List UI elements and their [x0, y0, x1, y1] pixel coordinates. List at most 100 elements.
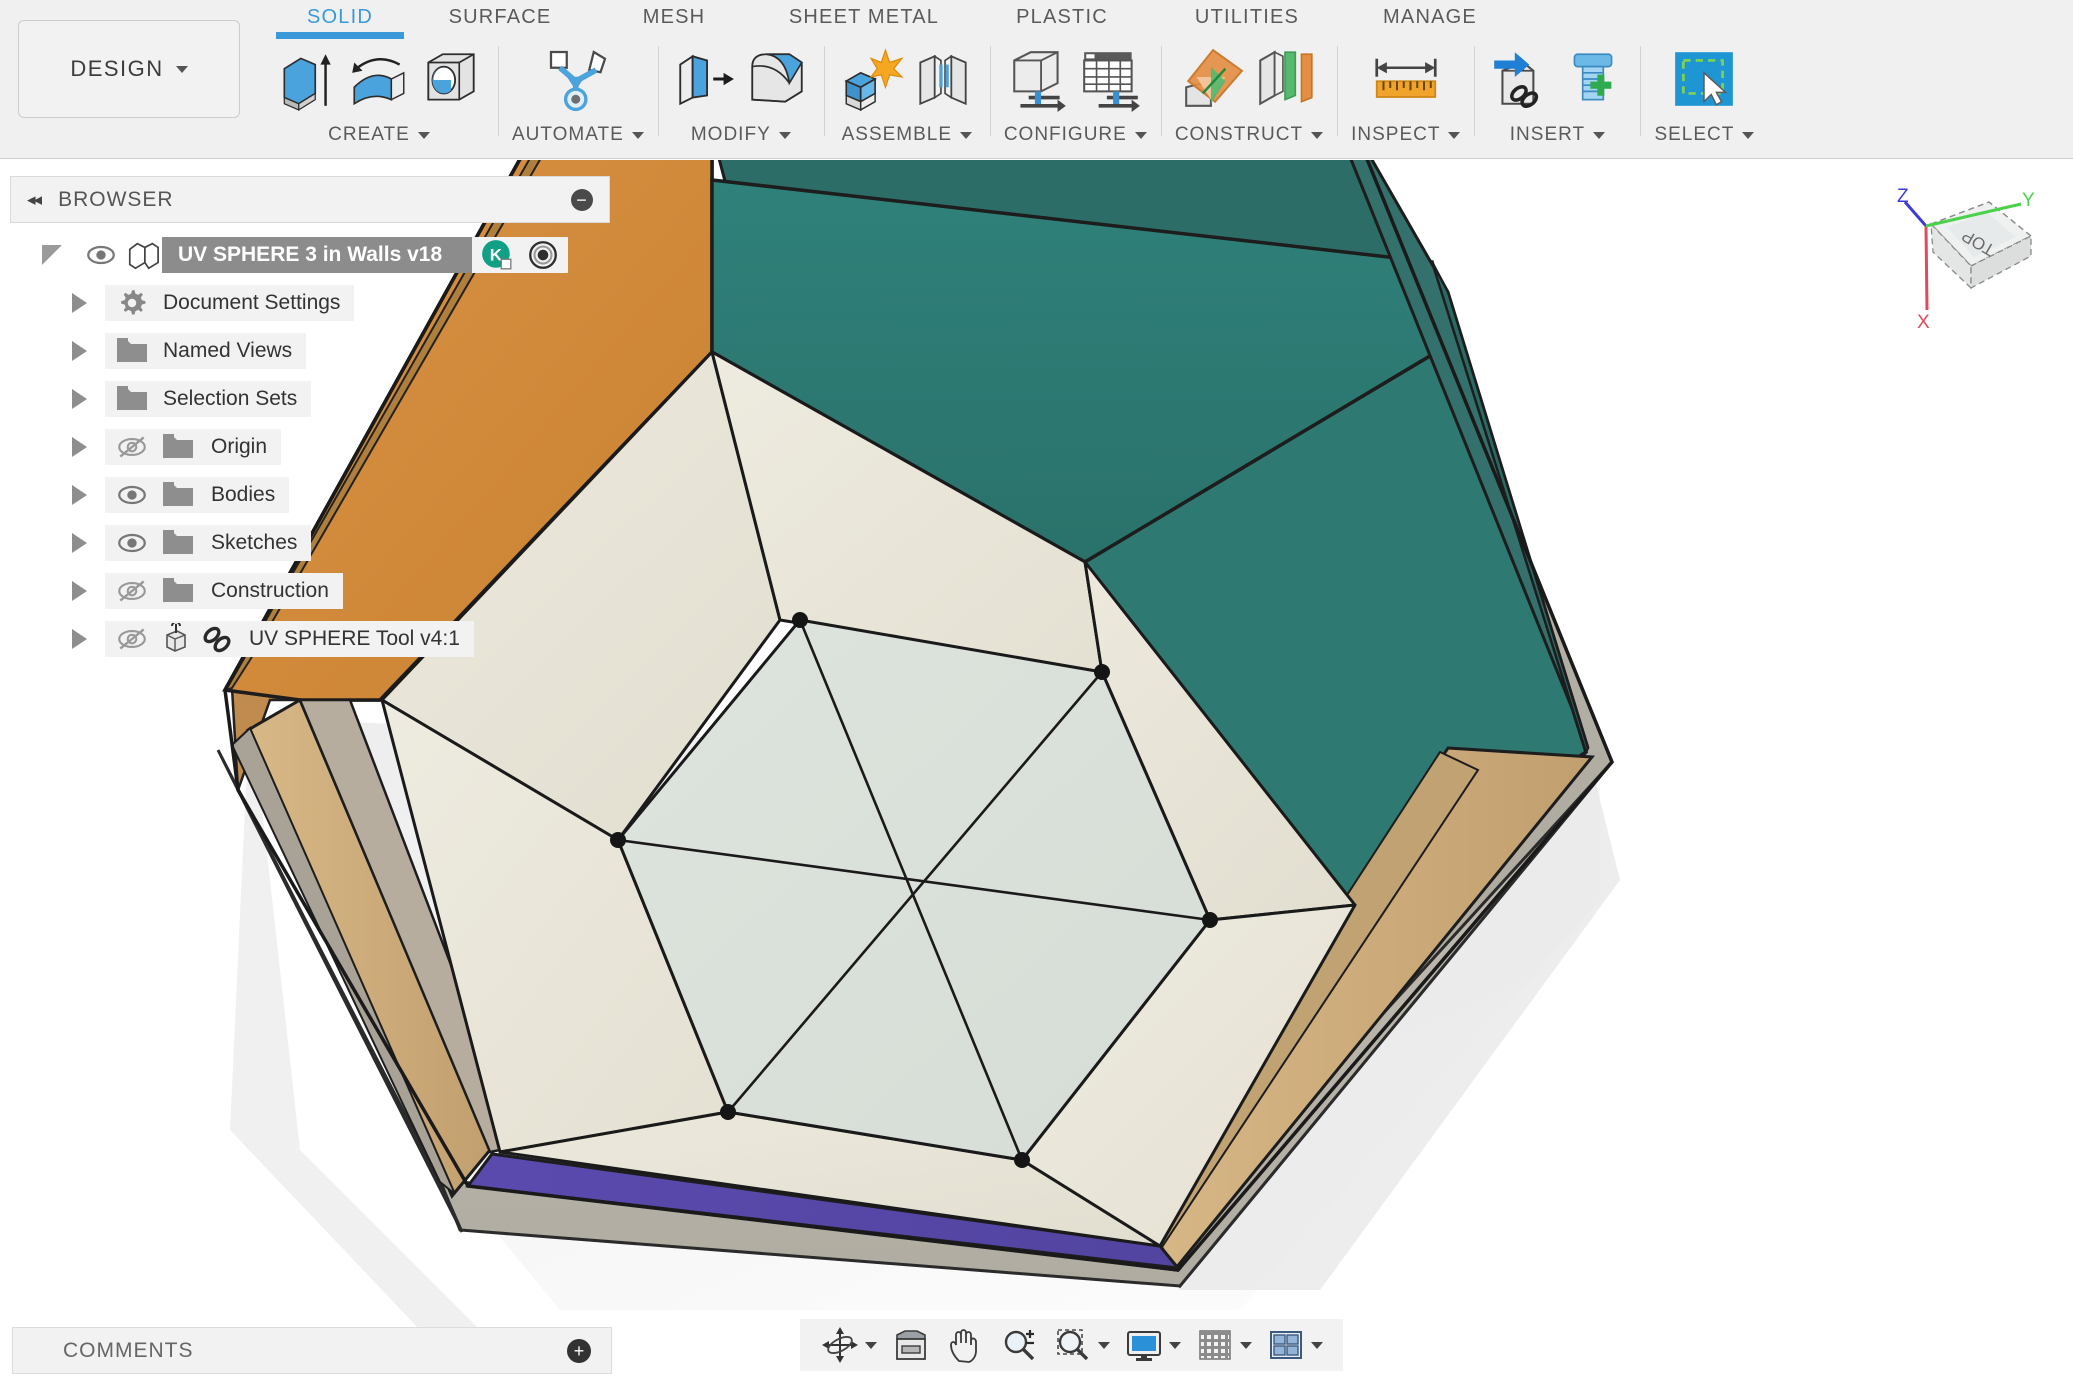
chevron-down-icon[interactable] [865, 1342, 877, 1349]
viewports-button[interactable] [1260, 1323, 1329, 1367]
tree-row-named-views[interactable]: Named Views [10, 327, 610, 375]
tab-mesh[interactable]: MESH [590, 6, 758, 33]
workspace-switcher-button[interactable]: DESIGN [18, 20, 240, 118]
tree-label-document-settings: Document Settings [159, 291, 340, 315]
eye-hidden-icon[interactable] [115, 430, 149, 464]
select-window-icon[interactable] [1671, 43, 1737, 115]
panel-select-title[interactable]: SELECT [1654, 124, 1754, 146]
tree-label-sketches: Sketches [207, 531, 297, 555]
tab-utilities[interactable]: UTILITIES [1154, 6, 1340, 33]
tree-chip-origin[interactable]: Origin [105, 429, 281, 465]
panel-create: CREATE [260, 36, 498, 158]
fillet-icon[interactable] [744, 43, 810, 115]
folder-icon [161, 432, 195, 462]
panel-insert-title[interactable]: INSERT [1510, 124, 1605, 146]
tree-label-bodies: Bodies [207, 483, 275, 507]
measure-icon[interactable] [1367, 43, 1445, 115]
panel-inspect-title[interactable]: INSPECT [1351, 124, 1460, 146]
tree-row-bodies[interactable]: Bodies [10, 471, 610, 519]
zoom-button[interactable] [993, 1323, 1045, 1367]
tree-chip-named-views[interactable]: Named Views [105, 333, 306, 369]
browser-tree: UV SPHERE 3 in Walls v18 K [10, 223, 610, 663]
tab-surface[interactable]: SURFACE [410, 6, 590, 33]
expand-arrow-icon[interactable] [72, 389, 87, 409]
panel-configure-title[interactable]: CONFIGURE [1004, 124, 1147, 146]
display-settings-button[interactable] [1118, 1323, 1187, 1367]
automated-modeling-icon[interactable] [539, 43, 617, 115]
tree-row-origin[interactable]: Origin [10, 423, 610, 471]
orbit-button[interactable] [814, 1323, 883, 1367]
tree-chip-construction[interactable]: Construction [105, 573, 343, 609]
hole-icon[interactable] [418, 43, 484, 115]
panel-modify-title[interactable]: MODIFY [691, 124, 791, 146]
tree-chip-uv-sphere-tool[interactable]: UV SPHERE Tool v4:1 [105, 621, 474, 657]
tree-chip-selection-sets[interactable]: Selection Sets [105, 381, 311, 417]
panel-assemble-title[interactable]: ASSEMBLE [842, 124, 972, 146]
press-pull-icon[interactable] [672, 43, 738, 115]
folder-icon [161, 480, 195, 510]
tree-row-sketches[interactable]: Sketches [10, 519, 610, 567]
chevron-down-icon[interactable] [1240, 1342, 1252, 1349]
configure-design-icon[interactable] [1006, 43, 1072, 115]
K-badge[interactable]: K [480, 238, 514, 272]
insert-mcmaster-icon[interactable] [1560, 43, 1626, 115]
look-at-button[interactable] [885, 1323, 937, 1367]
pan-button[interactable] [939, 1323, 991, 1367]
extrude-icon[interactable] [274, 43, 340, 115]
plane-at-angle-icon[interactable] [1252, 43, 1318, 115]
new-component-icon[interactable] [838, 43, 904, 115]
tab-sheet-metal[interactable]: SHEET METAL [758, 6, 970, 33]
joint-icon[interactable] [910, 43, 976, 115]
expand-arrow-icon[interactable] [72, 293, 87, 313]
chevron-down-icon [632, 132, 644, 139]
eye-hidden-icon[interactable] [115, 574, 149, 608]
chevron-down-icon [1135, 132, 1147, 139]
grid-snap-button[interactable] [1189, 1323, 1258, 1367]
eye-visible-icon[interactable] [115, 478, 149, 512]
offset-plane-icon[interactable] [1180, 43, 1246, 115]
activate-radio-icon[interactable] [526, 238, 560, 272]
tab-plastic[interactable]: PLASTIC [970, 6, 1154, 33]
panel-construct: CONSTRUCT [1161, 36, 1337, 158]
tree-row-uv-sphere-tool[interactable]: UV SPHERE Tool v4:1 [10, 615, 610, 663]
folder-icon [115, 384, 149, 414]
revolve-icon[interactable] [346, 43, 412, 115]
viewcube[interactable]: TOP Z X Y [1883, 180, 2063, 380]
panel-create-title[interactable]: CREATE [328, 124, 430, 146]
tree-row-construction[interactable]: Construction [10, 567, 610, 615]
chevron-down-icon[interactable] [1311, 1342, 1323, 1349]
tree-row-document-settings[interactable]: Document Settings [10, 279, 610, 327]
panel-construct-title[interactable]: CONSTRUCT [1175, 124, 1323, 146]
axis-label-x: X [1917, 312, 1930, 333]
expand-arrow-icon[interactable] [72, 581, 87, 601]
expand-arrow-icon[interactable] [72, 341, 87, 361]
expand-arrow-open-icon[interactable] [42, 245, 62, 265]
collapse-left-icon[interactable]: ◂◂ [27, 190, 40, 210]
expand-arrow-icon[interactable] [72, 437, 87, 457]
tree-row-root[interactable]: UV SPHERE 3 in Walls v18 K [10, 231, 610, 279]
tree-root-chip[interactable]: UV SPHERE 3 in Walls v18 [162, 237, 472, 273]
comments-panel[interactable]: COMMENTS + [12, 1327, 612, 1374]
minus-circle-icon[interactable]: − [571, 189, 593, 211]
configuration-table-icon[interactable] [1078, 43, 1144, 115]
expand-arrow-icon[interactable] [72, 533, 87, 553]
eye-hidden-icon[interactable] [115, 622, 149, 656]
expand-arrow-icon[interactable] [72, 629, 87, 649]
expand-arrow-icon[interactable] [72, 485, 87, 505]
chevron-down-icon[interactable] [1169, 1342, 1181, 1349]
insert-derive-icon[interactable] [1488, 43, 1554, 115]
tree-chip-bodies[interactable]: Bodies [105, 477, 289, 513]
fit-button[interactable] [1047, 1323, 1116, 1367]
plus-circle-icon[interactable]: + [567, 1339, 591, 1363]
tree-chip-sketches[interactable]: Sketches [105, 525, 311, 561]
tab-manage[interactable]: MANAGE [1340, 6, 1520, 33]
tab-solid[interactable]: SOLID [270, 6, 410, 33]
eye-visible-icon[interactable] [84, 238, 118, 272]
chevron-down-icon[interactable] [1098, 1342, 1110, 1349]
comments-title: COMMENTS [63, 1339, 194, 1363]
panel-automate-title[interactable]: AUTOMATE [512, 124, 644, 146]
tree-chip-document-settings[interactable]: Document Settings [105, 285, 354, 321]
tree-row-selection-sets[interactable]: Selection Sets [10, 375, 610, 423]
eye-visible-icon[interactable] [115, 526, 149, 560]
display-settings-icon [1124, 1325, 1164, 1365]
